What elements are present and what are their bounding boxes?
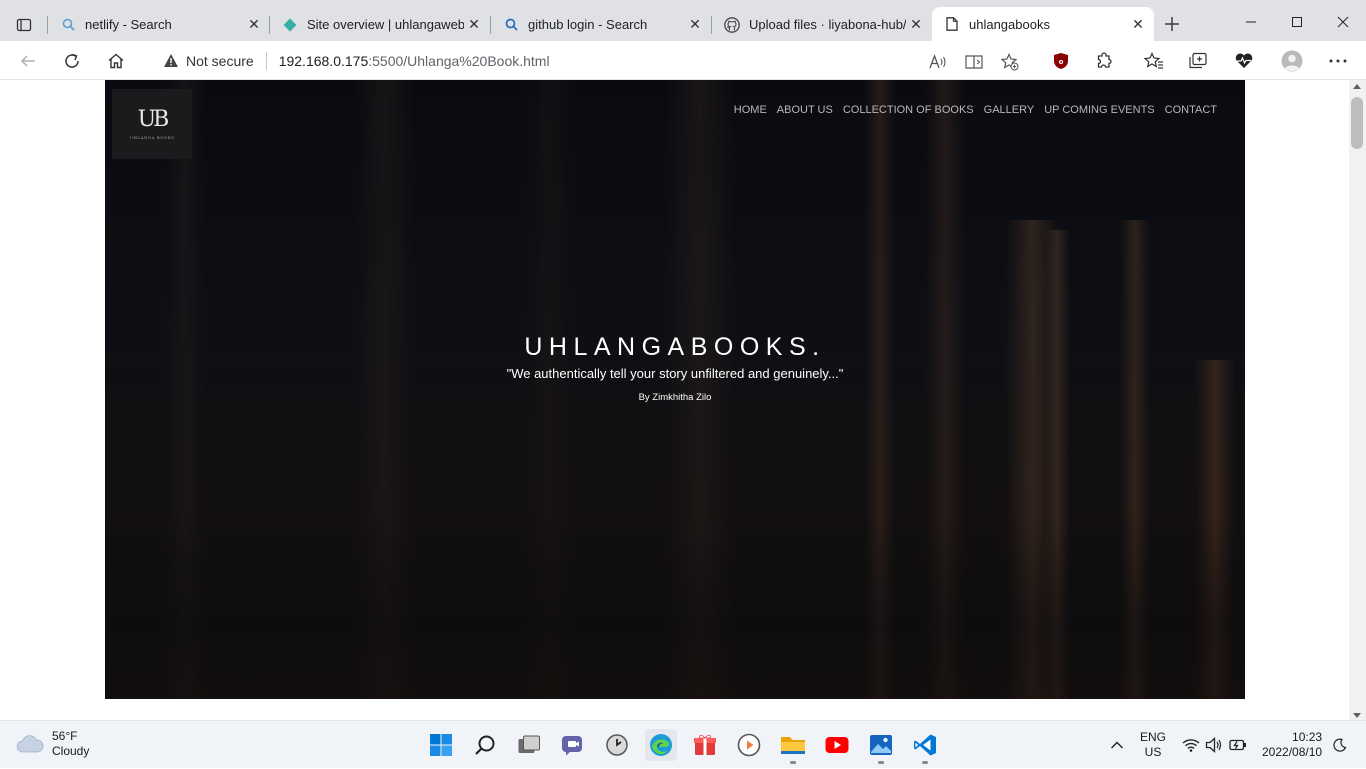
hero-author: By Zimkhitha Zilo — [638, 392, 712, 403]
hero-shade — [105, 510, 1245, 699]
url-host: 192.168.0.175 — [278, 52, 369, 69]
tab-uhlangabooks[interactable]: uhlangabooks ✕ — [932, 7, 1154, 41]
more-options-icon[interactable] — [1326, 49, 1350, 73]
clock-date: 2022/08/10 — [1262, 745, 1323, 759]
file-explorer-icon[interactable] — [777, 729, 809, 764]
wifi-icon[interactable] — [1182, 721, 1200, 769]
immersive-reader-icon[interactable] — [963, 51, 985, 73]
ublock-icon[interactable]: o — [1049, 49, 1073, 73]
close-icon[interactable]: ✕ — [906, 15, 926, 35]
close-window-icon[interactable] — [1320, 8, 1366, 36]
clock-app-icon[interactable] — [601, 729, 633, 761]
favorites-icon[interactable] — [1142, 49, 1166, 73]
netlify-icon — [282, 17, 298, 33]
close-icon[interactable]: ✕ — [685, 15, 705, 35]
url-text[interactable]: 192.168.0.175:5500/Uhlanga%20Book.html — [279, 53, 550, 69]
search-icon — [503, 17, 519, 33]
maximize-icon[interactable] — [1274, 8, 1320, 36]
tab-title: netlify - Search — [85, 17, 172, 32]
tab-github-login-search[interactable]: github login - Search ✕ — [491, 8, 711, 41]
nav-upcoming-events[interactable]: UP COMING EVENTS — [1044, 104, 1154, 116]
hero-section: UB UHLANGA BOOKS HOME ABOUT US COLLECTIO… — [105, 80, 1245, 699]
language-indicator[interactable]: ENG US — [1140, 721, 1166, 769]
battery-icon[interactable] — [1229, 721, 1247, 769]
extensions-icon[interactable] — [1093, 49, 1117, 73]
show-hidden-icons[interactable] — [1110, 721, 1124, 769]
tab-title: github login - Search — [528, 17, 648, 32]
profile-avatar[interactable] — [1280, 49, 1304, 73]
refresh-icon[interactable] — [58, 47, 86, 75]
scroll-down-icon[interactable] — [1353, 713, 1361, 718]
tab-site-overview[interactable]: Site overview | uhlangaweb ✕ — [270, 8, 490, 41]
clock-time: 10:23 — [1292, 730, 1323, 744]
security-label[interactable]: Not secure — [186, 53, 254, 69]
scrollbar-thumb[interactable] — [1351, 97, 1363, 149]
photos-icon[interactable] — [865, 729, 897, 764]
new-tab-icon[interactable] — [1160, 12, 1184, 36]
add-favorite-icon[interactable] — [999, 51, 1021, 73]
region-code: US — [1144, 745, 1162, 759]
nav-gallery[interactable]: GALLERY — [984, 104, 1035, 116]
url-path: :5500/Uhlanga%20Book.html — [368, 52, 550, 69]
read-aloud-icon[interactable] — [927, 51, 949, 73]
media-player-icon[interactable] — [733, 729, 765, 761]
gift-app-icon[interactable] — [689, 729, 721, 761]
volume-icon[interactable] — [1205, 721, 1223, 769]
warning-icon[interactable] — [162, 52, 180, 70]
weather-desc: Cloudy — [52, 744, 90, 758]
close-icon[interactable]: ✕ — [464, 15, 484, 35]
svg-text:o: o — [1059, 58, 1064, 66]
task-view-icon[interactable] — [513, 729, 545, 761]
page-scrollbar[interactable] — [1349, 80, 1366, 720]
edge-browser-icon[interactable] — [645, 729, 677, 761]
site-logo[interactable]: UB UHLANGA BOOKS — [112, 89, 192, 159]
clock[interactable]: 10:23 2022/08/10 — [1262, 721, 1322, 769]
teams-chat-icon[interactable] — [557, 729, 589, 761]
nav-contact[interactable]: CONTACT — [1165, 104, 1217, 116]
hero-quote: "We authentically tell your story unfilt… — [506, 366, 844, 381]
nav-collection-of-books[interactable]: COLLECTION OF BOOKS — [843, 104, 974, 116]
close-icon[interactable]: ✕ — [244, 15, 264, 35]
main-nav: HOME ABOUT US COLLECTION OF BOOKS GALLER… — [734, 104, 1217, 116]
focus-assist-icon[interactable] — [1333, 721, 1347, 769]
weather-temp: 56°F — [52, 729, 78, 743]
collections-icon[interactable] — [1186, 49, 1210, 73]
browser-essentials-icon[interactable] — [1232, 49, 1256, 73]
scroll-up-icon[interactable] — [1353, 84, 1361, 89]
cloud-icon — [16, 734, 44, 754]
youtube-icon[interactable] — [821, 729, 853, 761]
back-icon[interactable] — [14, 47, 42, 75]
home-icon[interactable] — [102, 47, 130, 75]
language-code: ENG — [1140, 730, 1167, 744]
divider — [265, 51, 267, 70]
tab-strip: netlify - Search ✕ Site overview | uhlan… — [0, 0, 1366, 41]
search-icon[interactable] — [469, 729, 501, 761]
nav-about-us[interactable]: ABOUT US — [777, 104, 833, 116]
tab-title: uhlangabooks — [969, 16, 1050, 32]
page-icon — [944, 16, 960, 32]
tab-title: Site overview | uhlangaweb — [307, 17, 464, 32]
tab-actions-icon[interactable] — [10, 11, 38, 39]
logo-subtitle: UHLANGA BOOKS — [129, 134, 175, 140]
search-icon — [60, 17, 76, 33]
weather-widget[interactable]: 56°F Cloudy — [16, 729, 89, 759]
close-icon[interactable]: ✕ — [1128, 14, 1148, 34]
nav-home[interactable]: HOME — [734, 104, 767, 116]
taskbar: 56°F Cloudy ENG US 10:23 2022/08/10 — [0, 720, 1366, 768]
logo-monogram: UB — [137, 106, 170, 132]
start-icon[interactable] — [425, 729, 457, 761]
tab-upload-files[interactable]: Upload files · liyabona-hub/u ✕ — [712, 8, 932, 41]
address-bar[interactable]: Not secure 192.168.0.175:5500/Uhlanga%20… — [144, 45, 1034, 76]
hero-title: UHLANGABOOKS. — [524, 333, 826, 361]
page-viewport: UB UHLANGA BOOKS HOME ABOUT US COLLECTIO… — [0, 80, 1349, 720]
tab-netlify-search[interactable]: netlify - Search ✕ — [48, 8, 270, 41]
tab-title: Upload files · liyabona-hub/u — [749, 17, 906, 32]
browser-toolbar: Not secure 192.168.0.175:5500/Uhlanga%20… — [0, 41, 1366, 80]
github-icon — [724, 16, 740, 33]
vscode-icon[interactable] — [909, 729, 941, 764]
minimize-icon[interactable] — [1228, 8, 1274, 36]
